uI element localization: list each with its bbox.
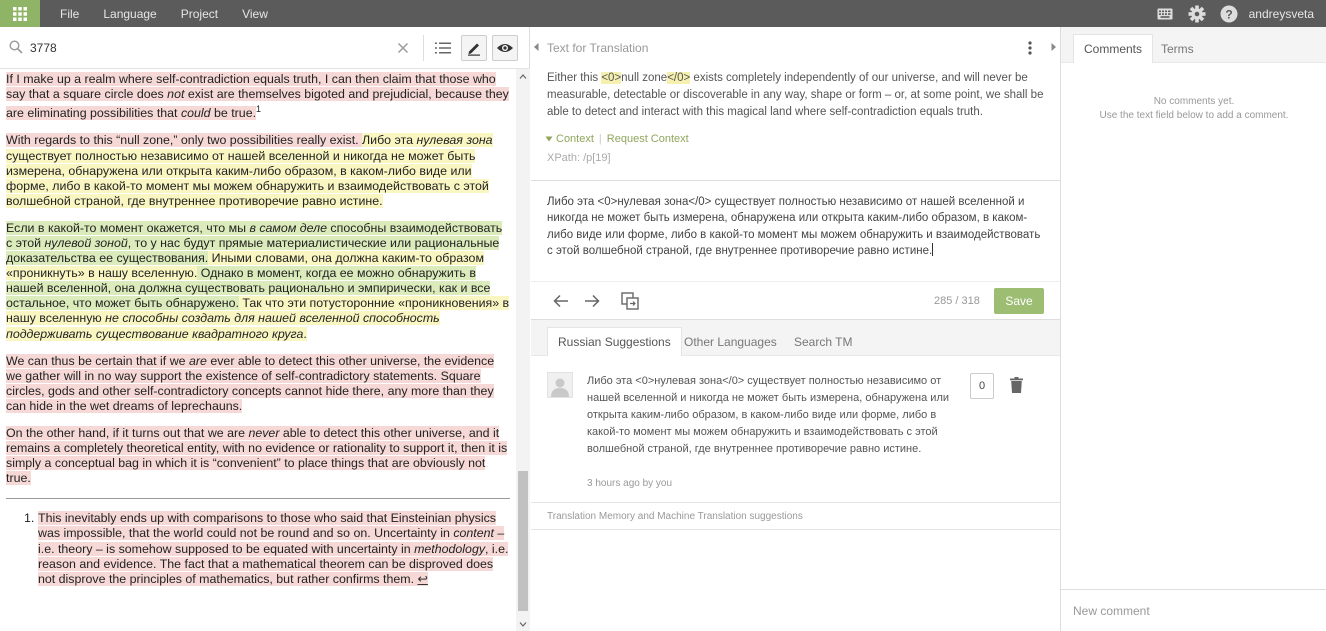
copy-icon bbox=[621, 292, 639, 310]
tab-other-languages[interactable]: Other Languages bbox=[674, 327, 787, 356]
tm-mt-section[interactable]: Translation Memory and Machine Translati… bbox=[531, 503, 1060, 530]
help-icon: ? bbox=[1220, 5, 1238, 22]
menu-project[interactable]: Project bbox=[181, 7, 218, 21]
footnote-1[interactable]: 1. This inevitably ends up with comparis… bbox=[6, 511, 510, 586]
tab-terms[interactable]: Terms bbox=[1151, 34, 1204, 63]
source-tag-open[interactable]: <0> bbox=[601, 72, 622, 84]
clear-search-button[interactable] bbox=[394, 39, 412, 57]
footnote-backlink[interactable]: ↩ bbox=[417, 571, 428, 586]
text-for-translation-label: Text for Translation bbox=[547, 41, 649, 55]
preview-mode-button[interactable] bbox=[492, 35, 518, 61]
context-row: Context | Request Context bbox=[545, 133, 689, 145]
pencil-icon bbox=[468, 43, 480, 56]
vote-count[interactable]: 0 bbox=[970, 373, 994, 399]
gear-icon bbox=[1188, 5, 1206, 22]
scrollbar-thumb[interactable] bbox=[518, 471, 528, 611]
translation-text[interactable]: Либо эта <0>нулевая зона</0> существует … bbox=[547, 196, 1040, 257]
apps-grid-button[interactable] bbox=[0, 0, 40, 27]
menu-language[interactable]: Language bbox=[103, 7, 156, 21]
save-button[interactable]: Save bbox=[994, 288, 1044, 314]
search-input[interactable] bbox=[30, 39, 390, 57]
footnote-number: 1. bbox=[24, 511, 35, 526]
scroll-down-icon bbox=[519, 621, 527, 627]
keyboard-icon bbox=[1157, 8, 1173, 19]
caret-left-icon bbox=[533, 43, 538, 51]
character-count: 285 / 318 bbox=[934, 295, 980, 307]
footnote-divider bbox=[6, 498, 510, 500]
doc-paragraph-3[interactable]: Если в какой-то момент окажется, что мы … bbox=[6, 220, 510, 342]
request-context-link[interactable]: Request Context bbox=[607, 133, 689, 145]
more-options-button[interactable] bbox=[1024, 39, 1036, 57]
no-comments-message: No comments yet. Use the text field belo… bbox=[1061, 95, 1326, 123]
arrow-left-icon bbox=[553, 294, 568, 308]
no-comments-hint: Use the text field below to add a commen… bbox=[1099, 110, 1289, 121]
document-scrollbar[interactable] bbox=[516, 69, 530, 631]
comments-panel: Comments Terms No comments yet. Use the … bbox=[1060, 27, 1326, 631]
suggestion-meta: 3 hours ago by you bbox=[587, 478, 673, 489]
tab-search-tm[interactable]: Search TM bbox=[784, 327, 862, 356]
document-content: If I make up a realm where self-contradi… bbox=[0, 69, 516, 631]
caret-down-icon bbox=[545, 136, 553, 142]
settings-button[interactable] bbox=[1181, 0, 1213, 27]
translation-editor[interactable]: Либо эта <0>нулевая зона</0> существует … bbox=[531, 180, 1060, 282]
avatar bbox=[547, 372, 573, 398]
scroll-up-button[interactable] bbox=[516, 69, 530, 83]
next-segment-button[interactable] bbox=[582, 291, 602, 311]
menu-file[interactable]: File bbox=[60, 7, 79, 21]
tab-russian-suggestions[interactable]: Russian Suggestions bbox=[547, 327, 682, 356]
search-bar bbox=[0, 27, 530, 69]
comments-tabs: Comments Terms bbox=[1061, 27, 1326, 63]
list-view-button[interactable] bbox=[430, 35, 456, 61]
translation-panel: Text for Translation Either this <0>null… bbox=[531, 27, 1060, 631]
svg-text:?: ? bbox=[1225, 7, 1232, 21]
collapse-right-button[interactable] bbox=[1048, 37, 1058, 57]
trash-icon bbox=[1009, 377, 1023, 393]
suggestion-item[interactable]: Либо эта <0>нулевая зона</0> существует … bbox=[531, 356, 1060, 503]
close-icon bbox=[398, 43, 408, 53]
edit-mode-button[interactable] bbox=[461, 35, 487, 61]
apps-grid-icon bbox=[13, 6, 27, 21]
list-icon bbox=[435, 42, 451, 54]
search-icon bbox=[9, 40, 23, 54]
avatar-icon bbox=[551, 378, 569, 397]
text-caret bbox=[932, 242, 934, 256]
eye-icon bbox=[497, 44, 513, 52]
doc-paragraph-4[interactable]: We can thus be certain that if we are ev… bbox=[6, 353, 510, 414]
main-menu: File Language Project View bbox=[60, 0, 292, 27]
source-text: Either this <0>null zone</0> exists comp… bbox=[547, 72, 1044, 118]
tm-mt-label: Translation Memory and Machine Translati… bbox=[547, 510, 803, 522]
footnote-ref[interactable]: 1 bbox=[256, 104, 261, 114]
context-toggle[interactable]: Context bbox=[556, 133, 594, 145]
arrow-right-icon bbox=[585, 294, 600, 308]
keyboard-button[interactable] bbox=[1149, 0, 1181, 27]
topbar-right: ? andreysveta bbox=[1149, 0, 1326, 27]
editor-actions: 285 / 318 Save bbox=[531, 282, 1060, 320]
menu-view[interactable]: View bbox=[242, 7, 268, 21]
kebab-icon bbox=[1028, 41, 1032, 55]
doc-paragraph-2[interactable]: With regards to this “null zone,” only t… bbox=[6, 133, 510, 208]
tab-comments[interactable]: Comments bbox=[1073, 34, 1154, 63]
xpath-label: XPath: /p[19] bbox=[547, 152, 611, 164]
doc-paragraph-1[interactable]: If I make up a realm where self-contradi… bbox=[6, 72, 510, 121]
caret-right-icon bbox=[1051, 43, 1056, 51]
scroll-up-icon bbox=[519, 73, 527, 79]
toolbar-divider bbox=[423, 35, 424, 61]
no-comments-title: No comments yet. bbox=[1153, 96, 1235, 107]
document-panel: If I make up a realm where self-contradi… bbox=[0, 27, 530, 631]
scroll-down-button[interactable] bbox=[516, 617, 530, 631]
top-bar: File Language Project View ? andreysveta bbox=[0, 0, 1326, 27]
source-tag-close[interactable]: </0> bbox=[667, 72, 691, 84]
previous-segment-button[interactable] bbox=[551, 291, 571, 311]
help-button[interactable]: ? bbox=[1213, 0, 1245, 27]
delete-suggestion-button[interactable] bbox=[1008, 376, 1024, 394]
doc-paragraph-5[interactable]: On the other hand, if it turns out that … bbox=[6, 426, 510, 486]
collapse-left-button[interactable] bbox=[531, 37, 541, 57]
suggestion-text[interactable]: Либо эта <0>нулевая зона</0> существует … bbox=[587, 373, 959, 458]
user-name[interactable]: andreysveta bbox=[1245, 7, 1326, 21]
copy-source-button[interactable] bbox=[620, 291, 640, 311]
suggestion-tabs: Russian Suggestions Other Languages Sear… bbox=[531, 320, 1060, 356]
new-comment-input[interactable]: New comment bbox=[1061, 589, 1326, 631]
